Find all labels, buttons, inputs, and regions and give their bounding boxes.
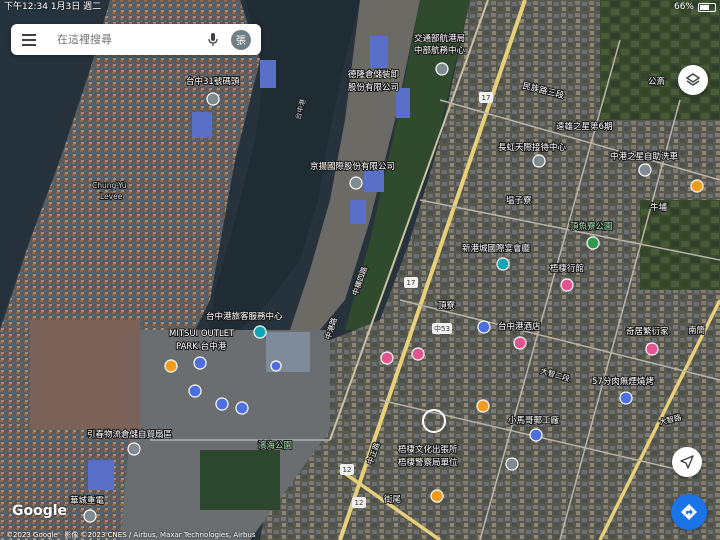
navigation-arrow-icon xyxy=(680,455,694,469)
my-location-button[interactable] xyxy=(672,447,702,477)
map-label: 遠雄之星第6期 xyxy=(556,121,612,132)
svg-text:中53: 中53 xyxy=(434,324,450,333)
map-label: 塭子寮 xyxy=(506,195,532,206)
map-label: 中部航務中心 xyxy=(414,45,466,56)
map-attribution[interactable]: ©2023 Google · 影像 ©2023 CNES / Airbus, M… xyxy=(6,530,255,540)
map-label: 頂魚寮公園 xyxy=(570,221,613,232)
map-label: 華城重電 xyxy=(70,495,105,506)
account-avatar[interactable]: 張 xyxy=(231,29,251,50)
parking-lots xyxy=(30,320,140,430)
warehouse-roof xyxy=(370,36,388,68)
map-label: 中港之星自助洗車 xyxy=(610,151,679,162)
google-logo: Google xyxy=(12,503,68,519)
green-park xyxy=(200,450,280,510)
svg-text:17: 17 xyxy=(482,94,491,102)
map-label: 新港城國際宴會廳 xyxy=(462,243,531,254)
map-label: 梧棲行館 xyxy=(550,263,584,274)
map-label: 頂寮 xyxy=(438,300,456,311)
hamburger-menu-icon xyxy=(22,33,36,46)
map-label: 交通部航港局 xyxy=(414,33,465,44)
road-shield: 12 xyxy=(352,497,366,508)
farm-fields-south xyxy=(640,200,720,290)
status-time: 下午12:34 xyxy=(4,2,48,12)
battery-level xyxy=(700,4,709,10)
warehouse-roof xyxy=(350,200,366,224)
search-bar: 張 xyxy=(11,24,261,55)
map-label: 濱海公園 xyxy=(258,440,292,451)
map-label: MITSUI OUTLET xyxy=(169,329,235,339)
map-label: 長虹天際接待中心 xyxy=(498,142,567,153)
svg-text:12: 12 xyxy=(355,499,364,507)
directions-button[interactable] xyxy=(671,494,707,530)
road-shield: 12 xyxy=(340,464,354,475)
map-label: 梧棲警察局單位 xyxy=(398,457,458,468)
battery-icon xyxy=(698,2,716,12)
voice-search-button[interactable] xyxy=(201,24,225,55)
map-label: 引春物流倉儲自貿扇區 xyxy=(87,429,172,440)
directions-icon xyxy=(681,504,697,520)
layers-button[interactable] xyxy=(678,65,708,95)
microphone-icon xyxy=(208,32,218,46)
map-label: 台中港酒店 xyxy=(498,321,541,332)
warehouse-roof xyxy=(260,60,276,88)
status-date: 1月3日 週二 xyxy=(50,2,102,12)
map-label: 奇居繁衍家 xyxy=(626,326,669,337)
status-indicators: 66% xyxy=(674,0,716,14)
road-shield: 中53 xyxy=(432,323,452,334)
farm-fields xyxy=(600,0,720,120)
svg-text:17: 17 xyxy=(407,279,416,287)
map-label: 57分肉無煙燒烤 xyxy=(592,376,654,387)
map-label: 小馬哥郵工廠 xyxy=(508,415,560,426)
map-label: 公斎 xyxy=(648,76,666,87)
map-label: 牛埔 xyxy=(650,202,668,213)
map-label: Levee xyxy=(100,192,123,201)
map-label: 南簡 xyxy=(688,325,706,336)
map-label: 德隆倉儲裝卸 xyxy=(348,69,399,80)
layers-icon xyxy=(685,73,701,86)
search-input[interactable] xyxy=(47,33,201,46)
battery-percent: 66% xyxy=(673,2,694,12)
map-label: 台中港旅客服務中心 xyxy=(206,311,283,322)
road-shield: 17 xyxy=(404,277,418,288)
warehouse-roof xyxy=(192,112,212,138)
warehouse-roof xyxy=(88,460,114,490)
menu-button[interactable] xyxy=(11,24,47,55)
map-label: Chung-Yu xyxy=(92,181,127,190)
map-label: 京揚國際股份有限公司 xyxy=(310,161,395,172)
map-label: 街尾 xyxy=(384,494,402,505)
map-label: PARK 台中港 xyxy=(176,341,227,352)
svg-text:12: 12 xyxy=(343,466,352,474)
satellite-map[interactable]: 17 17 中53 12 12 交通部航港局 中部航務中心 德隆倉儲裝卸 股份有… xyxy=(0,0,720,540)
map-label: 股份有限公司 xyxy=(348,82,399,93)
road-shield: 17 xyxy=(479,92,493,103)
status-bar: 下午12:34 1月3日 週二 66% xyxy=(0,0,720,14)
status-time-date: 下午12:34 1月3日 週二 xyxy=(4,0,101,14)
map-label: 台中31號碼頭 xyxy=(186,76,240,87)
map-label: 梧棲文化出張所 xyxy=(398,444,458,455)
